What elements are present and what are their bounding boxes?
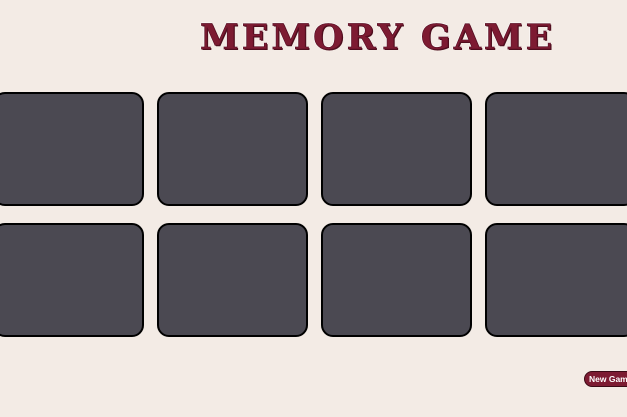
card-3[interactable] bbox=[321, 92, 472, 206]
card-6[interactable] bbox=[157, 223, 308, 337]
card-1[interactable] bbox=[0, 92, 144, 206]
card-7[interactable] bbox=[321, 223, 472, 337]
card-5[interactable] bbox=[0, 223, 144, 337]
card-8[interactable] bbox=[485, 223, 627, 337]
card-board bbox=[0, 0, 627, 417]
card-2[interactable] bbox=[157, 92, 308, 206]
new-game-button[interactable]: New Game bbox=[584, 371, 627, 387]
card-4[interactable] bbox=[485, 92, 627, 206]
